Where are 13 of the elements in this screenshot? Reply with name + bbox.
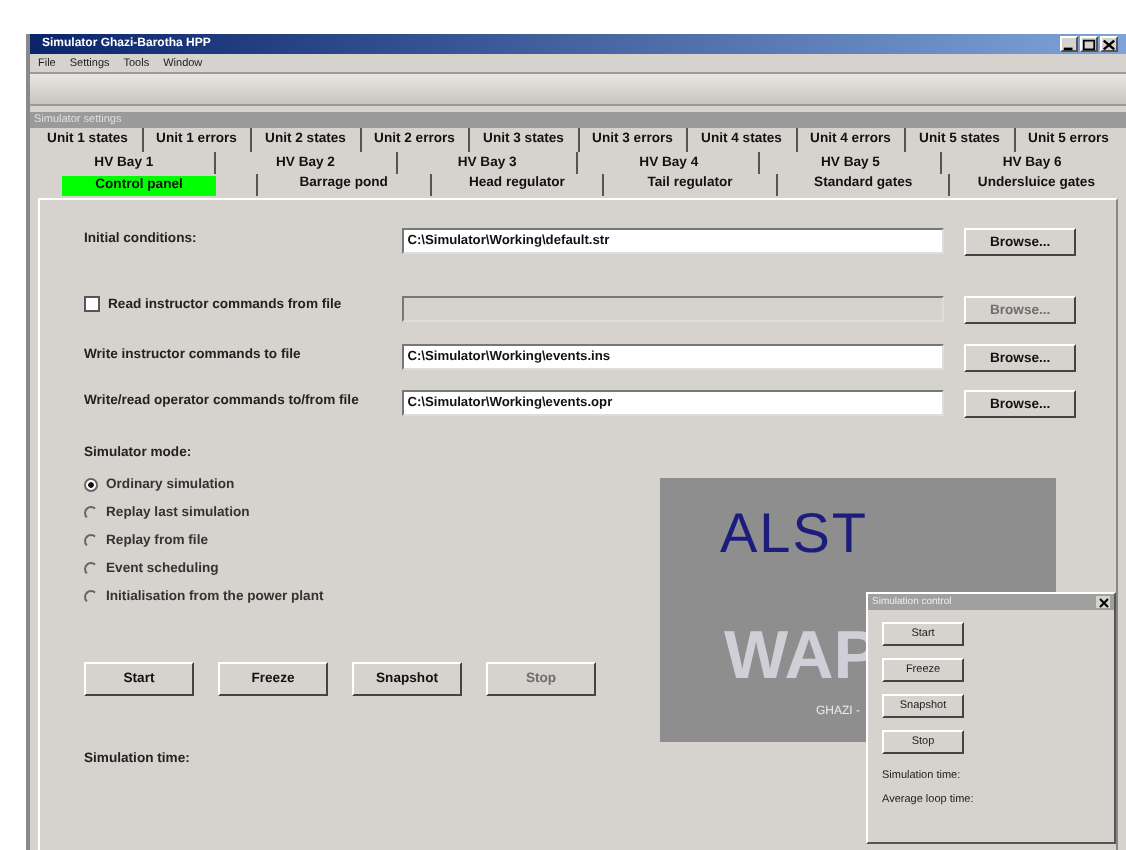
radio-button[interactable] — [84, 561, 98, 575]
radio-button[interactable] — [84, 505, 98, 519]
maximize-button[interactable] — [1080, 36, 1098, 52]
minimize-button[interactable] — [1060, 36, 1078, 52]
close-button[interactable] — [1100, 36, 1118, 52]
close-icon — [1102, 37, 1116, 51]
maximize-icon — [1082, 37, 1096, 51]
close-button[interactable] — [1096, 596, 1110, 608]
brand-logo: ALST — [720, 502, 869, 566]
radio-button[interactable] — [84, 533, 98, 547]
radio-button[interactable] — [84, 477, 98, 491]
close-icon — [1097, 597, 1109, 607]
radio-button[interactable] — [84, 589, 98, 603]
